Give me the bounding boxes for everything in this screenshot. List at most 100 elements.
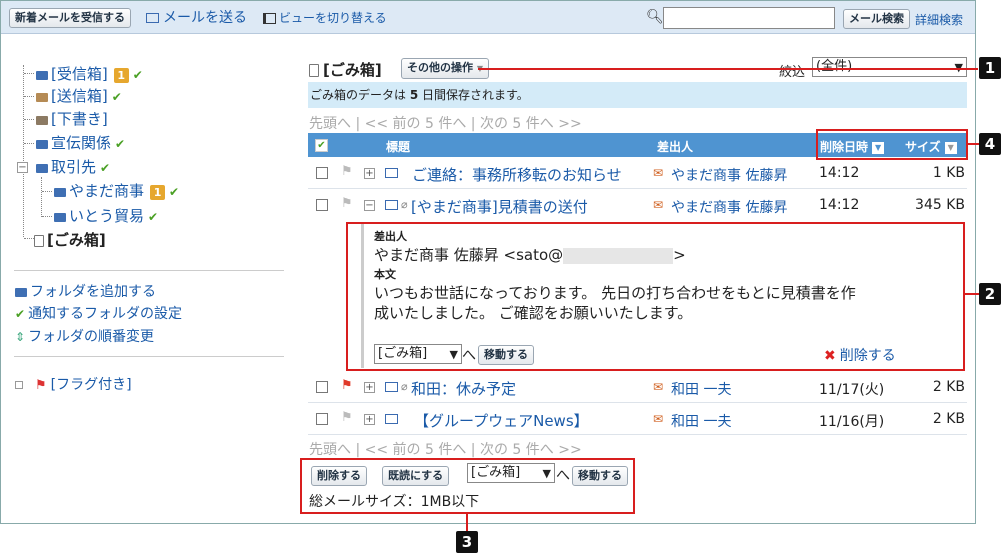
search-input[interactable] [663, 7, 835, 29]
unread-badge: 1 [113, 68, 129, 83]
checkmark-icon: ✔ [115, 137, 126, 151]
folder-label: [受信箱] [51, 65, 108, 83]
pager-separator: | [355, 442, 361, 458]
folder-label: 取引先 [51, 158, 97, 176]
notice-text: ごみ箱のデータは [310, 88, 410, 102]
attachment-icon: ⌀ [401, 198, 408, 211]
mail-sender[interactable]: やまだ商事 佐藤昇 [671, 197, 787, 217]
callout-box [816, 129, 968, 160]
checkmark-icon: ✔ [169, 185, 180, 199]
view-toggle-link[interactable]: ビューを切り替える [263, 9, 387, 26]
callout-box [300, 458, 635, 514]
page-title-text: [ごみ箱] [323, 61, 382, 79]
folder-clients[interactable]: 取引先 ✔ [36, 156, 110, 177]
top-toolbar: 新着メールを受信する メールを送る ビューを切り替える 🔍︎ メール検索 詳細検… [1, 1, 975, 34]
mail-subject[interactable]: ご連絡：事務所移転のお知らせ [412, 164, 622, 185]
flagged-folder[interactable]: ⚑ [フラグ付き] [15, 374, 132, 394]
select-all-checkbox[interactable]: ✔ [315, 139, 328, 152]
notify-settings-label: 通知するフォルダの設定 [28, 306, 183, 322]
folder-drafts[interactable]: [下書き] [36, 108, 108, 129]
checkmark-icon: ✔ [111, 90, 122, 104]
callout-marker: 2 [979, 283, 1001, 305]
folder-label: 宣伝関係 [51, 134, 112, 152]
sender-icon: ✉ [653, 166, 664, 180]
sender-icon: ✉ [653, 198, 664, 212]
folder-icon [36, 70, 48, 80]
folder-inbox[interactable]: [受信箱] 1 ✔ [36, 63, 143, 84]
reorder-folders-link[interactable]: ⇕ フォルダの順番変更 [15, 326, 154, 346]
flag-icon[interactable]: ⚑ [341, 378, 353, 393]
mail-subject[interactable]: 【グループウェアNews】 [414, 410, 589, 431]
add-folder-link[interactable]: フォルダを追加する [15, 281, 156, 301]
pager-top: 先頭へ | << 前の 5 件へ | 次の 5 件へ >> [309, 113, 582, 133]
folder-icon [15, 287, 27, 297]
send-mail-label: メールを送る [163, 10, 247, 26]
notify-settings-link[interactable]: ✔ 通知するフォルダの設定 [15, 303, 182, 323]
table-row[interactable]: ⚑ − ⌀ [やまだ商事]見積書の送付 ✉ やまだ商事 佐藤昇 14:12 34… [308, 190, 967, 221]
pager-first: 先頭へ [309, 116, 351, 132]
folder-ito[interactable]: いとう貿易 ✔ [54, 205, 158, 226]
receive-mail-button[interactable]: 新着メールを受信する [9, 8, 131, 28]
folder-label: [ごみ箱] [47, 231, 106, 249]
attachment-icon: ⌀ [401, 380, 408, 393]
callout-box [346, 222, 965, 371]
folder-label: [下書き] [51, 110, 108, 128]
divider [14, 270, 284, 271]
mail-subject[interactable]: [やまだ商事]見積書の送付 [411, 196, 588, 217]
callout-marker: 3 [456, 531, 478, 553]
divider [14, 356, 284, 357]
expand-toggle[interactable]: + [364, 414, 375, 425]
folder-trash[interactable]: [ごみ箱] [34, 229, 106, 250]
column-sender[interactable]: 差出人 [657, 138, 693, 155]
flag-icon[interactable]: ⚑ [341, 196, 353, 211]
pager-prev: << 前の 5 件へ [364, 116, 467, 132]
filter-value: (全件) [816, 59, 853, 74]
table-row[interactable]: ⚑ + ご連絡：事務所移転のお知らせ ✉ やまだ商事 佐藤昇 14:12 1 K… [308, 158, 967, 189]
envelope-icon [146, 13, 159, 23]
pager-separator: | [470, 116, 476, 132]
checkmark-icon: ✔ [15, 307, 26, 321]
callout-line [478, 68, 978, 70]
row-checkbox[interactable] [316, 199, 328, 211]
mail-subject[interactable]: 和田：休み予定 [411, 378, 516, 399]
filter-select[interactable]: (全件)▼ [812, 57, 967, 77]
checkmark-icon: ✔ [100, 161, 111, 175]
flag-icon[interactable]: ⚑ [341, 410, 353, 425]
table-row[interactable]: ⚑ + 【グループウェアNews】 ✉ 和田 一夫 11/16(月) 2 KB [308, 404, 967, 435]
folder-yamada[interactable]: やまだ商事 1 ✔ [54, 180, 179, 201]
table-row[interactable]: ⚑ + ⌀ 和田：休み予定 ✉ 和田 一夫 11/17(火) 2 KB [308, 372, 967, 403]
collapse-toggle[interactable]: − [17, 162, 28, 173]
other-operations-button[interactable]: その他の操作 ▼ [401, 58, 489, 79]
expand-toggle[interactable]: + [364, 168, 375, 179]
mail-time: 11/16(月) [819, 414, 885, 430]
mail-sender[interactable]: やまだ商事 佐藤昇 [671, 165, 787, 185]
mail-size: 2 KB [932, 379, 965, 395]
collapse-toggle[interactable]: − [364, 200, 375, 211]
mail-sender[interactable]: 和田 一夫 [671, 379, 731, 399]
notice-days: 5 [409, 88, 419, 102]
advanced-search-link[interactable]: 詳細検索 [915, 11, 963, 28]
columns-icon [263, 13, 276, 24]
flag-icon[interactable]: ⚑ [341, 164, 353, 179]
add-folder-label: フォルダを追加する [30, 284, 156, 300]
envelope-icon [385, 382, 398, 392]
folder-icon [36, 115, 48, 125]
column-subject[interactable]: 標題 [386, 138, 410, 155]
mail-sender[interactable]: 和田 一夫 [671, 411, 731, 431]
expand-toggle[interactable]: + [364, 382, 375, 393]
row-checkbox[interactable] [316, 381, 328, 393]
send-mail-link[interactable]: メールを送る [146, 7, 247, 27]
unread-badge: 1 [150, 185, 166, 200]
pager-prev: << 前の 5 件へ [364, 442, 467, 458]
flagged-label: [フラグ付き] [50, 377, 132, 393]
pager-bottom: 先頭へ | << 前の 5 件へ | 次の 5 件へ >> [309, 439, 582, 459]
mail-search-button[interactable]: メール検索 [843, 9, 910, 29]
folder-sent[interactable]: [送信箱] ✔ [36, 85, 122, 106]
callout-marker: 1 [979, 57, 1001, 79]
row-checkbox[interactable] [316, 167, 328, 179]
callout-line [968, 143, 979, 145]
folder-advertising[interactable]: 宣伝関係 ✔ [36, 132, 125, 153]
folder-icon [36, 139, 48, 149]
row-checkbox[interactable] [316, 413, 328, 425]
reorder-folders-label: フォルダの順番変更 [28, 329, 155, 345]
